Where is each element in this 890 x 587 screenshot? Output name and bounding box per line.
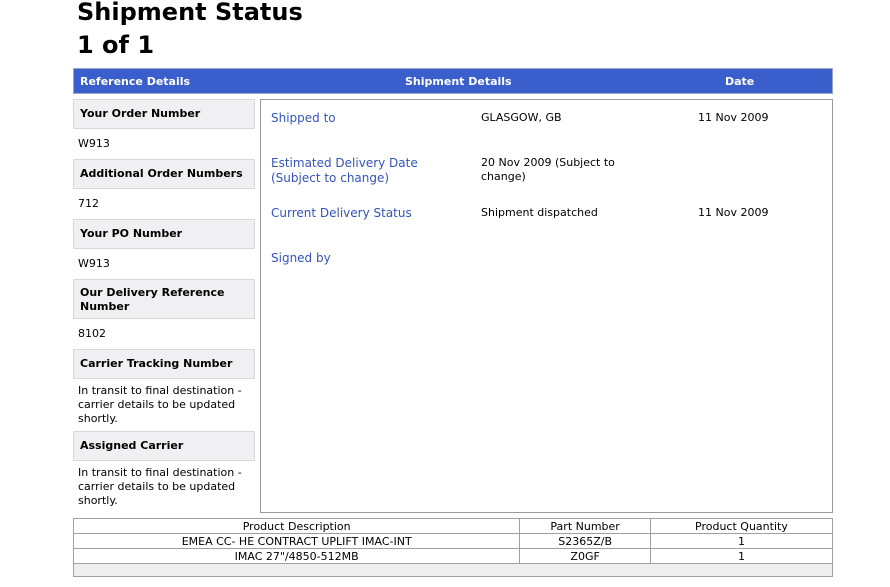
page-counter: 1 of 1 bbox=[77, 31, 155, 59]
delivery-status-value: Shipment dispatched bbox=[481, 206, 598, 219]
page-title: Shipment Status bbox=[77, 0, 303, 26]
assigned-carrier-label: Assigned Carrier bbox=[73, 431, 255, 461]
product-description-header: Product Description bbox=[72, 518, 521, 534]
part-number-header: Part Number bbox=[519, 518, 651, 534]
estimated-delivery-value: 20 Nov 2009 (Subject to change) bbox=[481, 156, 615, 183]
shipped-to-label: Shipped to bbox=[271, 111, 336, 125]
carrier-tracking-number-value: In transit to final destination - carrie… bbox=[78, 384, 242, 425]
additional-order-numbers-label: Additional Order Numbers bbox=[73, 159, 255, 189]
header-date: Date bbox=[725, 75, 755, 88]
product-quantity-cell: 1 bbox=[649, 533, 834, 549]
part-number-cell: S2365Z/B bbox=[519, 533, 651, 549]
table-footer-row bbox=[73, 563, 833, 577]
order-number-value: W913 bbox=[78, 137, 110, 150]
delivery-reference-number-value: 8102 bbox=[78, 327, 106, 340]
product-description-cell: EMEA CC- HE CONTRACT UPLIFT IMAC-INT bbox=[72, 533, 521, 549]
header-reference-details: Reference Details bbox=[80, 75, 191, 88]
carrier-tracking-number-label: Carrier Tracking Number bbox=[73, 349, 255, 379]
assigned-carrier-value: In transit to final destination - carrie… bbox=[78, 466, 242, 507]
table-row: EMEA CC- HE CONTRACT UPLIFT IMAC-INT S23… bbox=[72, 533, 834, 549]
signed-by-label: Signed by bbox=[271, 251, 331, 265]
additional-order-numbers-value: 712 bbox=[78, 197, 99, 210]
delivery-status-date: 11 Nov 2009 bbox=[698, 206, 769, 219]
product-table: Product Description Part Number Product … bbox=[72, 518, 834, 577]
order-number-label: Your Order Number bbox=[73, 99, 255, 129]
shipped-to-value: GLASGOW, GB bbox=[481, 111, 562, 124]
delivery-status-label: Current Delivery Status bbox=[271, 206, 412, 220]
shipped-to-date: 11 Nov 2009 bbox=[698, 111, 769, 124]
product-table-header-row: Product Description Part Number Product … bbox=[72, 518, 834, 534]
product-quantity-cell: 1 bbox=[649, 548, 834, 564]
table-footer-cell bbox=[73, 563, 833, 577]
po-number-label: Your PO Number bbox=[73, 219, 255, 249]
table-row: IMAC 27"/4850-512MB Z0GF 1 bbox=[72, 548, 834, 564]
product-description-cell: IMAC 27"/4850-512MB bbox=[72, 548, 521, 564]
part-number-cell: Z0GF bbox=[519, 548, 651, 564]
delivery-reference-number-label: Our Delivery Reference Number bbox=[73, 279, 255, 319]
header-shipment-details: Shipment Details bbox=[405, 75, 512, 88]
estimated-delivery-label: Estimated Delivery Date (Subject to chan… bbox=[271, 156, 418, 185]
product-quantity-header: Product Quantity bbox=[649, 518, 834, 534]
shipment-details-panel: Shipped to GLASGOW, GB 11 Nov 2009 Estim… bbox=[260, 99, 833, 513]
po-number-value: W913 bbox=[78, 257, 110, 270]
section-header-bar: Reference Details Shipment Details Date bbox=[73, 68, 833, 94]
